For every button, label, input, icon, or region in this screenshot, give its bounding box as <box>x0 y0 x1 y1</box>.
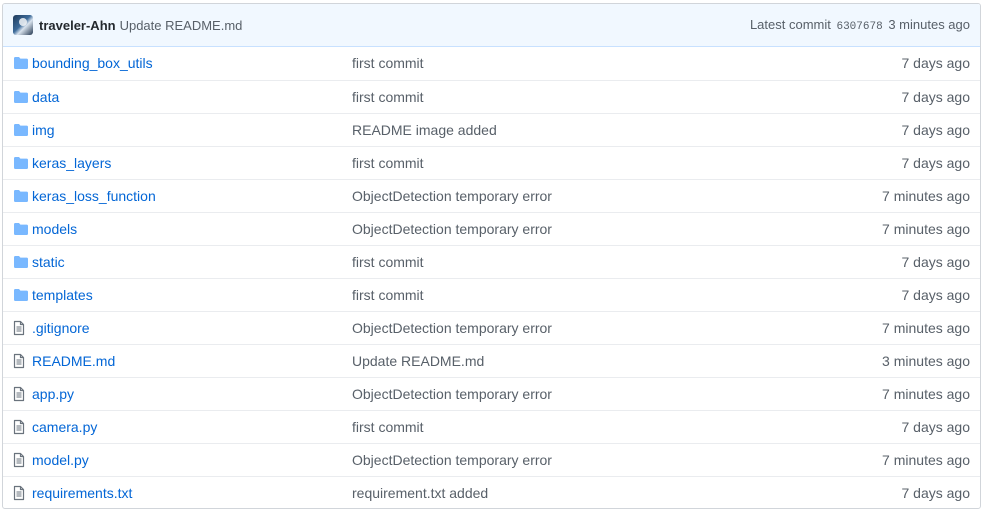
file-list: bounding_box_utils first commit 7 days ago… <box>3 47 980 508</box>
latest-commit-label: Latest commit <box>749 17 831 32</box>
commit-message-link[interactable]: ObjectDetection temporary error <box>352 221 552 237</box>
commit-meta: Latest commit 6307678 3 minutes ago <box>750 17 970 33</box>
commit-age: 7 minutes ago <box>882 451 970 468</box>
commit-age: 7 minutes ago <box>882 220 970 237</box>
file-row[interactable]: keras_loss_function ObjectDetection tempo… <box>3 179 980 212</box>
file-name-link[interactable]: static <box>32 254 65 270</box>
file-name-link[interactable]: .gitignore <box>32 320 90 336</box>
file-icon <box>13 419 32 435</box>
commit-message-link[interactable]: first commit <box>352 287 424 303</box>
file-name-link[interactable]: keras_layers <box>32 155 111 171</box>
commit-age: 3 minutes ago <box>882 352 970 369</box>
file-name-link[interactable]: img <box>32 122 55 138</box>
commit-message-link[interactable]: README image added <box>352 122 497 138</box>
file-name-link[interactable]: keras_loss_function <box>32 188 156 204</box>
file-row[interactable]: data first commit 7 days ago <box>3 80 980 113</box>
commit-message-link[interactable]: Update README.md <box>120 18 243 33</box>
file-icon <box>13 320 32 336</box>
file-row[interactable]: static first commit 7 days ago <box>3 245 980 278</box>
commit-message-link[interactable]: ObjectDetection temporary error <box>352 320 552 336</box>
folder-icon <box>13 90 32 104</box>
commit-message-link[interactable]: first commit <box>352 55 424 71</box>
commit-age: 7 minutes ago <box>882 319 970 336</box>
author-avatar[interactable] <box>13 15 33 35</box>
file-browser: traveler-Ahn Update README.md Latest com… <box>2 3 981 509</box>
folder-icon <box>13 255 32 269</box>
commit-author-link[interactable]: traveler-Ahn <box>39 18 116 33</box>
file-row[interactable]: models ObjectDetection temporary error 7 m… <box>3 212 980 245</box>
file-row[interactable]: .gitignore ObjectDetection temporary erro… <box>3 311 980 344</box>
folder-icon <box>13 56 32 70</box>
file-row[interactable]: camera.py first commit 7 days ago <box>3 410 980 443</box>
folder-icon <box>13 123 32 137</box>
commit-age: 3 minutes ago <box>888 17 970 32</box>
file-icon <box>13 485 32 501</box>
commit-age: 7 minutes ago <box>882 187 970 204</box>
commit-message-link[interactable]: first commit <box>352 155 424 171</box>
commit-message-link[interactable]: requirement.txt added <box>352 485 488 501</box>
file-icon <box>13 386 32 402</box>
file-icon <box>13 353 32 369</box>
file-row[interactable]: model.py ObjectDetection temporary error 7… <box>3 443 980 476</box>
folder-icon <box>13 222 32 236</box>
latest-commit-bar: traveler-Ahn Update README.md Latest com… <box>3 4 980 47</box>
file-row[interactable]: keras_layers first commit 7 days ago <box>3 146 980 179</box>
commit-message-link[interactable]: first commit <box>352 419 424 435</box>
file-row[interactable]: requirements.txt requirement.txt added 7 d… <box>3 476 980 508</box>
file-name-link[interactable]: templates <box>32 287 93 303</box>
commit-message-link[interactable]: Update README.md <box>352 353 484 369</box>
commit-message-link[interactable]: first commit <box>352 89 424 105</box>
file-row[interactable]: bounding_box_utils first commit 7 days ago <box>3 47 980 80</box>
folder-icon <box>13 189 32 203</box>
commit-age: 7 days ago <box>901 154 971 171</box>
commit-age: 7 minutes ago <box>882 385 970 402</box>
folder-icon <box>13 288 32 302</box>
file-name-link[interactable]: models <box>32 221 77 237</box>
file-name-link[interactable]: model.py <box>32 452 89 468</box>
file-row[interactable]: README.md Update README.md 3 minutes ago <box>3 344 980 377</box>
commit-age: 7 days ago <box>901 88 971 105</box>
commit-message-link[interactable]: ObjectDetection temporary error <box>352 452 552 468</box>
file-name-link[interactable]: camera.py <box>32 419 97 435</box>
commit-age: 7 days ago <box>901 253 971 270</box>
file-name-link[interactable]: requirements.txt <box>32 485 132 501</box>
file-name-link[interactable]: data <box>32 89 59 105</box>
file-row[interactable]: app.py ObjectDetection temporary error 7 m… <box>3 377 980 410</box>
commit-age: 7 days ago <box>901 121 971 138</box>
file-name-link[interactable]: README.md <box>32 353 115 369</box>
commit-age: 7 days ago <box>901 484 971 501</box>
commit-message-link[interactable]: ObjectDetection temporary error <box>352 386 552 402</box>
commit-sha-link[interactable]: 6307678 <box>836 21 882 33</box>
file-name-link[interactable]: bounding_box_utils <box>32 55 153 71</box>
file-row[interactable]: templates first commit 7 days ago <box>3 278 980 311</box>
commit-age: 7 days ago <box>901 286 971 303</box>
folder-icon <box>13 156 32 170</box>
file-icon <box>13 452 32 468</box>
commit-message-link[interactable]: first commit <box>352 254 424 270</box>
file-name-link[interactable]: app.py <box>32 386 74 402</box>
commit-age: 7 days ago <box>901 55 971 72</box>
file-row[interactable]: img README image added 7 days ago <box>3 113 980 146</box>
commit-message-link[interactable]: ObjectDetection temporary error <box>352 188 552 204</box>
commit-age: 7 days ago <box>901 418 971 435</box>
